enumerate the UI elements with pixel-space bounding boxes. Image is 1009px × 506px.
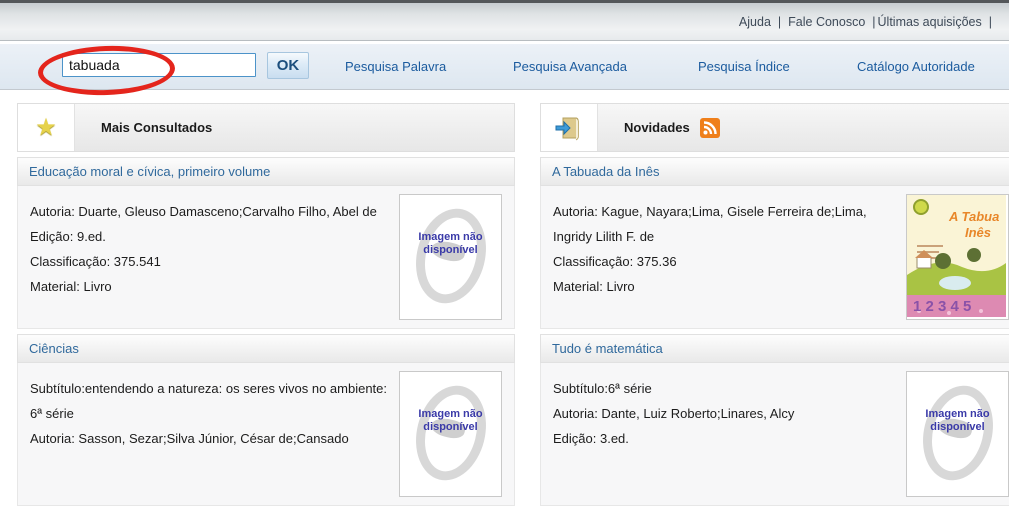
separator: | (778, 15, 781, 29)
item-title-link[interactable]: Educação moral e cívica, primeiro volume (17, 157, 515, 186)
item-details: Autoria: Kague, Nayara;Lima, Gisele Ferr… (541, 194, 906, 320)
panel-mais-consultados: ★ Mais Consultados Educação moral e cívi… (17, 103, 515, 506)
item-line: Classificação: 375.36 (553, 249, 894, 274)
topbar-link-ajuda[interactable]: Ajuda (739, 15, 771, 29)
nav-pesquisa-palavra[interactable]: Pesquisa Palavra (345, 44, 446, 89)
item-line: Subtítulo:entendendo a natureza: os sere… (30, 376, 387, 426)
star-icon: ★ (18, 104, 75, 151)
list-item: Educação moral e cívica, primeiro volume… (17, 157, 515, 329)
item-line: Autoria: Sasson, Sezar;Silva Júnior, Cés… (30, 426, 387, 451)
item-line: Autoria: Duarte, Gleuso Damasceno;Carval… (30, 199, 387, 224)
item-body: Subtítulo:entendendo a natureza: os sere… (17, 363, 515, 506)
search-toolbar: OK Pesquisa Palavra Pesquisa Avançada Pe… (0, 44, 1009, 90)
item-line: Material: Livro (553, 274, 894, 299)
item-body: Autoria: Duarte, Gleuso Damasceno;Carval… (17, 186, 515, 329)
topbar: Ajuda | Fale Conosco | Últimas aquisiçõe… (0, 0, 1009, 41)
no-image-text: Imagem não disponível (400, 231, 501, 257)
item-body: Autoria: Kague, Nayara;Lima, Gisele Ferr… (540, 186, 1009, 329)
book-cover-image: A Tabua Inês 1 2 3 4 5 (907, 195, 1006, 317)
search-ok-button[interactable]: OK (267, 52, 309, 79)
panel-novidades: Novidades A Tabuada da Inês Autoria: Kag… (540, 103, 1009, 506)
topbar-links: Ajuda | Fale Conosco | Últimas aquisiçõe… (739, 3, 999, 41)
item-details: Subtítulo:6ª série Autoria: Dante, Luiz … (541, 371, 906, 497)
separator: | (989, 15, 992, 29)
panel-header: Novidades (540, 103, 1009, 152)
no-image-thumbnail[interactable]: Imagem não disponível (399, 194, 502, 320)
no-image-text: Imagem não disponível (400, 408, 501, 434)
panel-title: Mais Consultados (75, 104, 212, 151)
item-line: Edição: 9.ed. (30, 224, 387, 249)
svg-text:1 2 3 4 5: 1 2 3 4 5 (913, 298, 971, 315)
new-book-icon (541, 104, 598, 151)
panel-header: ★ Mais Consultados (17, 103, 515, 152)
book-cover-thumbnail[interactable]: A Tabua Inês 1 2 3 4 5 (906, 194, 1009, 320)
svg-text:Inês: Inês (965, 225, 991, 240)
item-body: Subtítulo:6ª série Autoria: Dante, Luiz … (540, 363, 1009, 506)
list-item: Ciências Subtítulo:entendendo a natureza… (17, 334, 515, 506)
item-line: Classificação: 375.541 (30, 249, 387, 274)
topbar-link-fale-conosco[interactable]: Fale Conosco (788, 15, 865, 29)
item-details: Autoria: Duarte, Gleuso Damasceno;Carval… (18, 194, 399, 320)
separator: | (872, 15, 875, 29)
item-line: Autoria: Kague, Nayara;Lima, Gisele Ferr… (553, 199, 894, 249)
list-item: A Tabuada da Inês Autoria: Kague, Nayara… (540, 157, 1009, 329)
search-input[interactable] (62, 53, 256, 77)
rss-icon[interactable] (700, 118, 720, 138)
item-line: Edição: 3.ed. (553, 426, 894, 451)
item-line: Material: Livro (30, 274, 387, 299)
nav-pesquisa-avancada[interactable]: Pesquisa Avançada (513, 44, 627, 89)
panel-title: Novidades (624, 120, 690, 135)
svg-text:A Tabua: A Tabua (948, 209, 999, 224)
no-image-thumbnail[interactable]: Imagem não disponível (399, 371, 502, 497)
list-item: Tudo é matemática Subtítulo:6ª série Aut… (540, 334, 1009, 506)
item-line: Subtítulo:6ª série (553, 376, 894, 401)
nav-pesquisa-indice[interactable]: Pesquisa Índice (698, 44, 790, 89)
item-details: Subtítulo:entendendo a natureza: os sere… (18, 371, 399, 497)
item-title-link[interactable]: A Tabuada da Inês (540, 157, 1009, 186)
no-image-text: Imagem não disponível (907, 408, 1008, 434)
item-line: Autoria: Dante, Luiz Roberto;Linares, Al… (553, 401, 894, 426)
item-title-link[interactable]: Tudo é matemática (540, 334, 1009, 363)
no-image-thumbnail[interactable]: Imagem não disponível (906, 371, 1009, 497)
topbar-link-ultimas-aquisicoes[interactable]: Últimas aquisições (878, 15, 982, 29)
nav-catalogo-autoridade[interactable]: Catálogo Autoridade (857, 44, 975, 89)
item-title-link[interactable]: Ciências (17, 334, 515, 363)
